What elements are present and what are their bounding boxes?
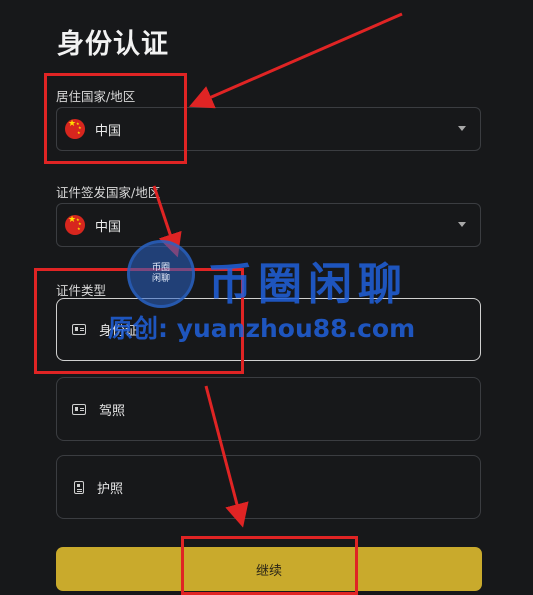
watermark-url: 原创: yuanzhou88.com [108, 314, 416, 343]
watermark-badge: 币圈 闲聊 [127, 240, 195, 308]
arrow-to-continue [204, 385, 249, 528]
watermark-badge-bottom: 闲聊 [151, 274, 170, 284]
arrow-to-doc-type [152, 185, 182, 258]
arrow-to-residence [188, 12, 403, 109]
watermark-badge-top: 币圈 [151, 263, 170, 273]
watermark-brand: 币圈闲聊 [208, 259, 408, 310]
